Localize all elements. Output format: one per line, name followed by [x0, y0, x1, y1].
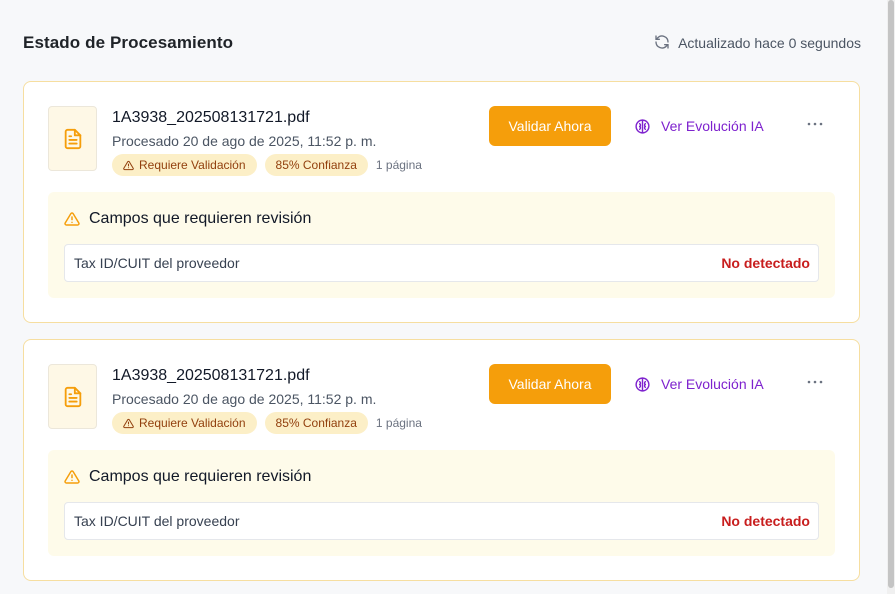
field-name: Tax ID/CUIT del proveedor: [74, 255, 240, 271]
field-name: Tax ID/CUIT del proveedor: [74, 513, 240, 529]
page-title: Estado de Procesamiento: [23, 33, 234, 52]
status-badge: Requiere Validación: [112, 412, 257, 434]
document-icon: [48, 364, 97, 429]
update-status: Actualizado hace 0 segundos: [654, 34, 861, 53]
validate-now-button[interactable]: Validar Ahora: [489, 364, 611, 404]
document-card: 1A3938_202508131721.pdf Procesado 20 de …: [23, 81, 860, 323]
view-ai-evolution-label: Ver Evolución IA: [661, 118, 764, 134]
header: Estado de Procesamiento Actualizado hace…: [23, 32, 861, 54]
review-title: Campos que requieren revisión: [64, 468, 311, 486]
more-options-button[interactable]: [804, 372, 826, 392]
update-status-text: Actualizado hace 0 segundos: [678, 35, 861, 51]
review-title-text: Campos que requieren revisión: [89, 210, 312, 227]
more-icon: [807, 122, 823, 126]
field-status: No detectado: [721, 255, 810, 271]
more-options-button[interactable]: [804, 114, 826, 134]
review-panel: Campos que requieren revisión Tax ID/CUI…: [48, 450, 835, 556]
brain-icon: [635, 118, 650, 134]
brain-icon: [635, 376, 650, 392]
file-name[interactable]: 1A3938_202508131721.pdf: [112, 109, 310, 127]
warning-icon: [123, 418, 134, 428]
file-name[interactable]: 1A3938_202508131721.pdf: [112, 367, 310, 385]
badges: Requiere Validación 85% Confianza 1 pági…: [112, 154, 422, 176]
processed-date: Procesado 20 de ago de 2025, 11:52 p. m.: [112, 133, 377, 149]
confidence-badge: 85% Confianza: [264, 412, 368, 434]
document-icon: [48, 106, 97, 171]
review-title: Campos que requieren revisión: [64, 210, 311, 228]
warning-icon: [64, 470, 80, 484]
status-badge-label: Requiere Validación: [139, 416, 246, 430]
view-ai-evolution-label: Ver Evolución IA: [661, 376, 764, 392]
validate-now-button[interactable]: Validar Ahora: [489, 106, 611, 146]
scrollbar[interactable]: [887, 0, 895, 594]
confidence-badge-label: 85% Confianza: [275, 158, 357, 172]
status-badge-label: Requiere Validación: [139, 158, 246, 172]
page-count: 1 página: [375, 158, 422, 172]
warning-icon: [64, 212, 80, 226]
field-status: No detectado: [721, 513, 810, 529]
badges: Requiere Validación 85% Confianza 1 pági…: [112, 412, 422, 434]
status-badge: Requiere Validación: [112, 154, 257, 176]
view-ai-evolution-button[interactable]: Ver Evolución IA: [634, 374, 764, 394]
scrollbar-thumb[interactable]: [888, 0, 894, 588]
confidence-badge-label: 85% Confianza: [275, 416, 357, 430]
page-count: 1 página: [375, 416, 422, 430]
review-field-row[interactable]: Tax ID/CUIT del proveedor No detectado: [64, 244, 819, 282]
review-title-text: Campos que requieren revisión: [89, 468, 312, 485]
document-card: 1A3938_202508131721.pdf Procesado 20 de …: [23, 339, 860, 581]
warning-icon: [123, 160, 134, 170]
review-field-row[interactable]: Tax ID/CUIT del proveedor No detectado: [64, 502, 819, 540]
refresh-icon[interactable]: [654, 34, 670, 53]
confidence-badge: 85% Confianza: [264, 154, 368, 176]
view-ai-evolution-button[interactable]: Ver Evolución IA: [634, 116, 764, 136]
review-panel: Campos que requieren revisión Tax ID/CUI…: [48, 192, 835, 298]
processed-date: Procesado 20 de ago de 2025, 11:52 p. m.: [112, 391, 377, 407]
page: Estado de Procesamiento Actualizado hace…: [0, 0, 895, 594]
more-icon: [807, 380, 823, 384]
